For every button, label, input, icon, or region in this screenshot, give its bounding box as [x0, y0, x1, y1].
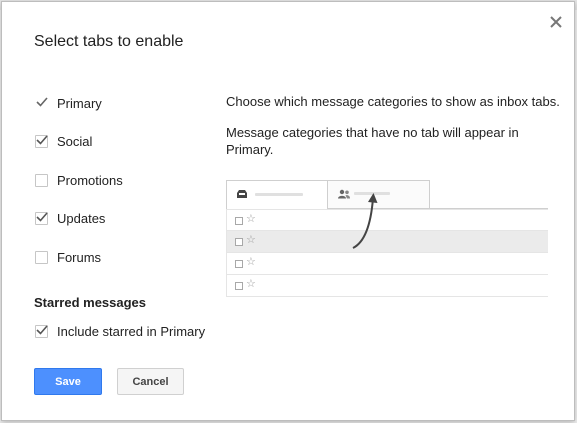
save-button[interactable]: Save [34, 368, 102, 395]
star-icon: ☆ [246, 233, 256, 246]
option-forums[interactable]: Forums [35, 249, 101, 265]
description-note: Message categories that have no tab will… [226, 125, 519, 140]
placeholder-line [255, 193, 303, 196]
preview-row: ☆ [226, 231, 548, 253]
tabs-dialog: Select tabs to enable Primary Social Pro… [1, 1, 575, 421]
preview-message-list: ☆ ☆ ☆ ☆ [226, 209, 548, 297]
star-icon: ☆ [246, 277, 256, 290]
option-label: Promotions [57, 172, 123, 188]
include-starred-checkbox[interactable] [35, 324, 48, 338]
star-icon: ☆ [246, 255, 256, 268]
preview-row: ☆ [226, 275, 548, 297]
primary-check-icon [35, 96, 48, 110]
curved-arrow-icon [352, 193, 378, 249]
option-social[interactable]: Social [35, 133, 92, 149]
starred-heading: Starred messages [34, 295, 147, 310]
updates-checkbox[interactable] [35, 211, 48, 225]
people-icon [338, 189, 350, 199]
option-updates[interactable]: Updates [35, 210, 105, 226]
dialog-title: Select tabs to enable [34, 33, 184, 50]
option-label: Primary [57, 95, 102, 111]
forums-checkbox[interactable] [35, 250, 48, 264]
inbox-icon [237, 190, 247, 198]
cancel-button[interactable]: Cancel [117, 368, 184, 395]
preview-checkbox [235, 238, 243, 246]
promotions-checkbox[interactable] [35, 173, 48, 187]
description-text: Choose which message categories to show … [226, 94, 560, 109]
close-icon[interactable] [548, 14, 564, 30]
social-checkbox[interactable] [35, 134, 48, 148]
option-promotions[interactable]: Promotions [35, 172, 123, 188]
preview-row: ☆ [226, 209, 548, 231]
preview-checkbox [235, 217, 243, 225]
star-icon: ☆ [246, 212, 256, 225]
option-include-starred[interactable]: Include starred in Primary [35, 323, 205, 339]
preview-checkbox [235, 282, 243, 290]
option-label: Social [57, 133, 93, 149]
preview-row: ☆ [226, 253, 548, 275]
preview-tab-primary [226, 180, 328, 209]
preview-checkbox [235, 260, 243, 268]
description-note-cont: Primary. [226, 142, 274, 157]
option-label: Include starred in Primary [57, 323, 206, 339]
option-label: Forums [57, 249, 102, 265]
option-label: Updates [57, 210, 106, 226]
tabs-preview: ☆ ☆ ☆ ☆ [226, 180, 548, 314]
option-primary: Primary [35, 95, 102, 111]
